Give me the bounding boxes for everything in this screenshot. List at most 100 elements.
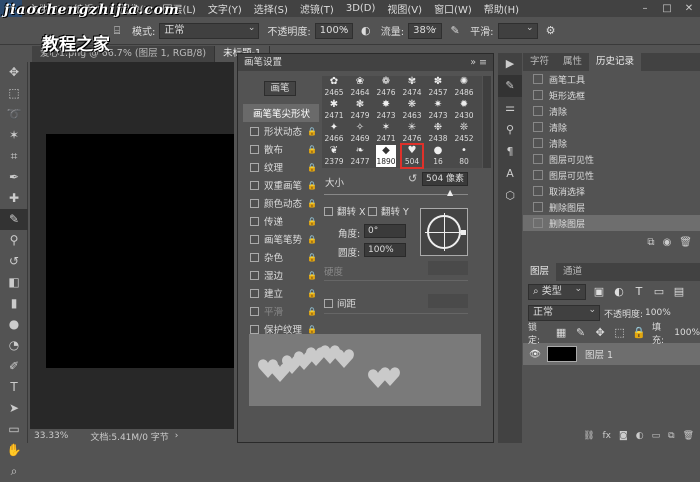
menu-view[interactable]: 视图(V) — [381, 1, 428, 16]
smooth-settings-icon[interactable]: ⚙ — [544, 24, 558, 38]
brush-tip[interactable]: ❧ 2477 — [350, 145, 370, 167]
list-item[interactable]: 散布 🔒 — [243, 140, 319, 158]
history-item[interactable]: 取消选择 — [523, 183, 700, 199]
lock-icon[interactable]: 🔒 — [307, 253, 317, 262]
list-item[interactable]: 湿边 🔒 — [243, 266, 319, 284]
brush-tip[interactable]: ✺ 2486 — [454, 76, 474, 98]
brush-tip[interactable]: ✽ 2457 — [428, 76, 448, 98]
3d-icon[interactable]: ⬡ — [498, 185, 522, 207]
history-brush-tool-icon[interactable]: ↺ — [0, 251, 28, 272]
spacing-input[interactable] — [428, 294, 468, 308]
size-slider-thumb[interactable]: ▲ — [447, 188, 453, 197]
checkbox[interactable] — [250, 234, 259, 244]
list-item[interactable]: 双重画笔 🔒 — [243, 176, 319, 194]
smooth-input[interactable] — [497, 21, 538, 39]
list-item[interactable]: 建立 🔒 — [243, 284, 319, 302]
airbrush-icon[interactable]: ✎ — [448, 24, 462, 38]
checkbox[interactable] — [250, 180, 259, 190]
angle-roundness-widget[interactable] — [420, 208, 468, 256]
checkbox[interactable] — [250, 324, 259, 334]
brush-tip[interactable]: ❁ 2476 — [376, 76, 396, 98]
close-icon[interactable]: ✕ — [678, 0, 700, 17]
magic-wand-tool-icon[interactable]: ✶ — [0, 125, 28, 146]
new-document-icon[interactable]: ⧉ — [647, 237, 654, 248]
filter-adjust-icon[interactable]: ◐ — [612, 285, 626, 299]
checkbox[interactable] — [250, 162, 259, 172]
history-item[interactable]: 图层可见性 — [523, 151, 700, 167]
clone-stamp-tool-icon[interactable]: ⚲ — [0, 230, 28, 251]
menu-file[interactable]: 文件(F) — [22, 1, 68, 16]
checkbox[interactable] — [250, 126, 259, 136]
list-item[interactable]: 画笔笔势 🔒 — [243, 230, 319, 248]
opacity-input[interactable]: 100% — [314, 21, 353, 39]
spacing-option[interactable]: 间距 — [324, 296, 356, 310]
spacing-slider[interactable] — [324, 313, 468, 314]
fill-value[interactable]: 100% — [674, 328, 700, 338]
layer-name[interactable]: 图层 1 — [585, 347, 613, 361]
zoom-tool-icon[interactable]: ⌕ — [0, 461, 28, 482]
tab-character[interactable]: 字符 — [523, 53, 556, 71]
brush-tip[interactable]: ✦ 2466 — [324, 122, 344, 144]
tab-layers[interactable]: 图层 — [523, 263, 557, 281]
history-item[interactable]: 矩形选框 — [523, 87, 700, 103]
lock-all-icon[interactable]: 🔒 — [632, 326, 646, 340]
lock-icon[interactable]: 🔒 — [307, 127, 317, 136]
size-input[interactable]: 504 像素 — [422, 172, 468, 186]
brush-tip[interactable]: • 80 — [454, 145, 474, 167]
history-item[interactable]: 图层可见性 — [523, 167, 700, 183]
menu-3d[interactable]: 3D(D) — [340, 3, 382, 14]
brush-tip[interactable]: ● 16 — [428, 145, 448, 167]
checkbox[interactable] — [250, 288, 259, 298]
pen-tool-icon[interactable]: ✐ — [0, 356, 28, 377]
path-selection-tool-icon[interactable]: ➤ — [0, 398, 28, 419]
adjustments-icon[interactable]: ⚌ — [498, 97, 522, 119]
link-layers-icon[interactable]: ⛓ — [583, 431, 594, 441]
marquee-tool-icon[interactable]: ⬚ — [0, 83, 28, 104]
lock-icon[interactable]: 🔒 — [307, 145, 317, 154]
checkbox[interactable] — [250, 198, 259, 208]
menu-help[interactable]: 帮助(H) — [478, 1, 525, 16]
list-item[interactable]: 纹理 🔒 — [243, 158, 319, 176]
lock-icon[interactable]: 🔒 — [307, 289, 317, 298]
flip-x-checkbox[interactable] — [324, 206, 333, 216]
zoom-level[interactable]: 33.33% — [34, 431, 68, 441]
move-tool-icon[interactable]: ✥ — [0, 62, 28, 83]
brush-tip-shape-item[interactable]: 画笔笔尖形状 — [243, 104, 319, 122]
filter-type-icon[interactable]: T — [632, 285, 646, 299]
brush-tip[interactable]: ✳ 2476 — [402, 122, 422, 144]
brush-tip-heart[interactable]: ♥ 504 — [400, 143, 424, 169]
brush-tip-selected[interactable]: ◆ 1890 — [376, 145, 396, 167]
flip-y-option[interactable]: 翻转 Y — [368, 204, 409, 218]
reset-size-icon[interactable]: ↺ — [408, 172, 417, 185]
brush-tip[interactable]: ✾ 2474 — [402, 76, 422, 98]
brush-tip[interactable]: ✷ 2473 — [428, 99, 448, 121]
brush-tip[interactable]: ❦ 2379 — [324, 145, 344, 167]
character-icon[interactable]: A — [498, 163, 522, 185]
hand-tool-icon[interactable]: ✋ — [0, 440, 28, 461]
list-item[interactable]: 杂色 🔒 — [243, 248, 319, 266]
lock-icon[interactable]: 🔒 — [307, 307, 317, 316]
brush-tip[interactable]: ❋ 2463 — [402, 99, 422, 121]
menu-select[interactable]: 选择(S) — [248, 1, 294, 16]
mode-select[interactable]: 正常 — [159, 21, 260, 39]
lasso-tool-icon[interactable]: ➰ — [0, 104, 28, 125]
eyedropper-tool-icon[interactable]: ✒ — [0, 167, 28, 188]
add-mask-icon[interactable]: ◙ — [619, 431, 628, 441]
visibility-eye-icon[interactable]: 👁 — [523, 349, 547, 360]
clone-source-icon[interactable]: ⚲ — [498, 119, 522, 141]
checkbox[interactable] — [250, 144, 259, 154]
tab-channels[interactable]: 通道 — [556, 263, 589, 281]
lock-icon[interactable]: 🔒 — [307, 217, 317, 226]
healing-tool-icon[interactable]: ✚ — [0, 188, 28, 209]
brush-presets-button[interactable]: 画笔 — [264, 81, 296, 96]
gradient-tool-icon[interactable]: ▮ — [0, 293, 28, 314]
dodge-tool-icon[interactable]: ◔ — [0, 335, 28, 356]
lock-icon[interactable]: 🔒 — [307, 181, 317, 190]
brush-tip[interactable]: ❊ 2452 — [454, 122, 474, 144]
filter-shape-icon[interactable]: ▭ — [652, 285, 666, 299]
status-arrow-icon[interactable]: › — [175, 431, 179, 441]
spacing-checkbox[interactable] — [324, 298, 333, 308]
brush-tip[interactable]: ✹ 2430 — [454, 99, 474, 121]
lock-icon[interactable]: 🔒 — [307, 199, 317, 208]
list-item[interactable]: 形状动态 🔒 — [243, 122, 319, 140]
